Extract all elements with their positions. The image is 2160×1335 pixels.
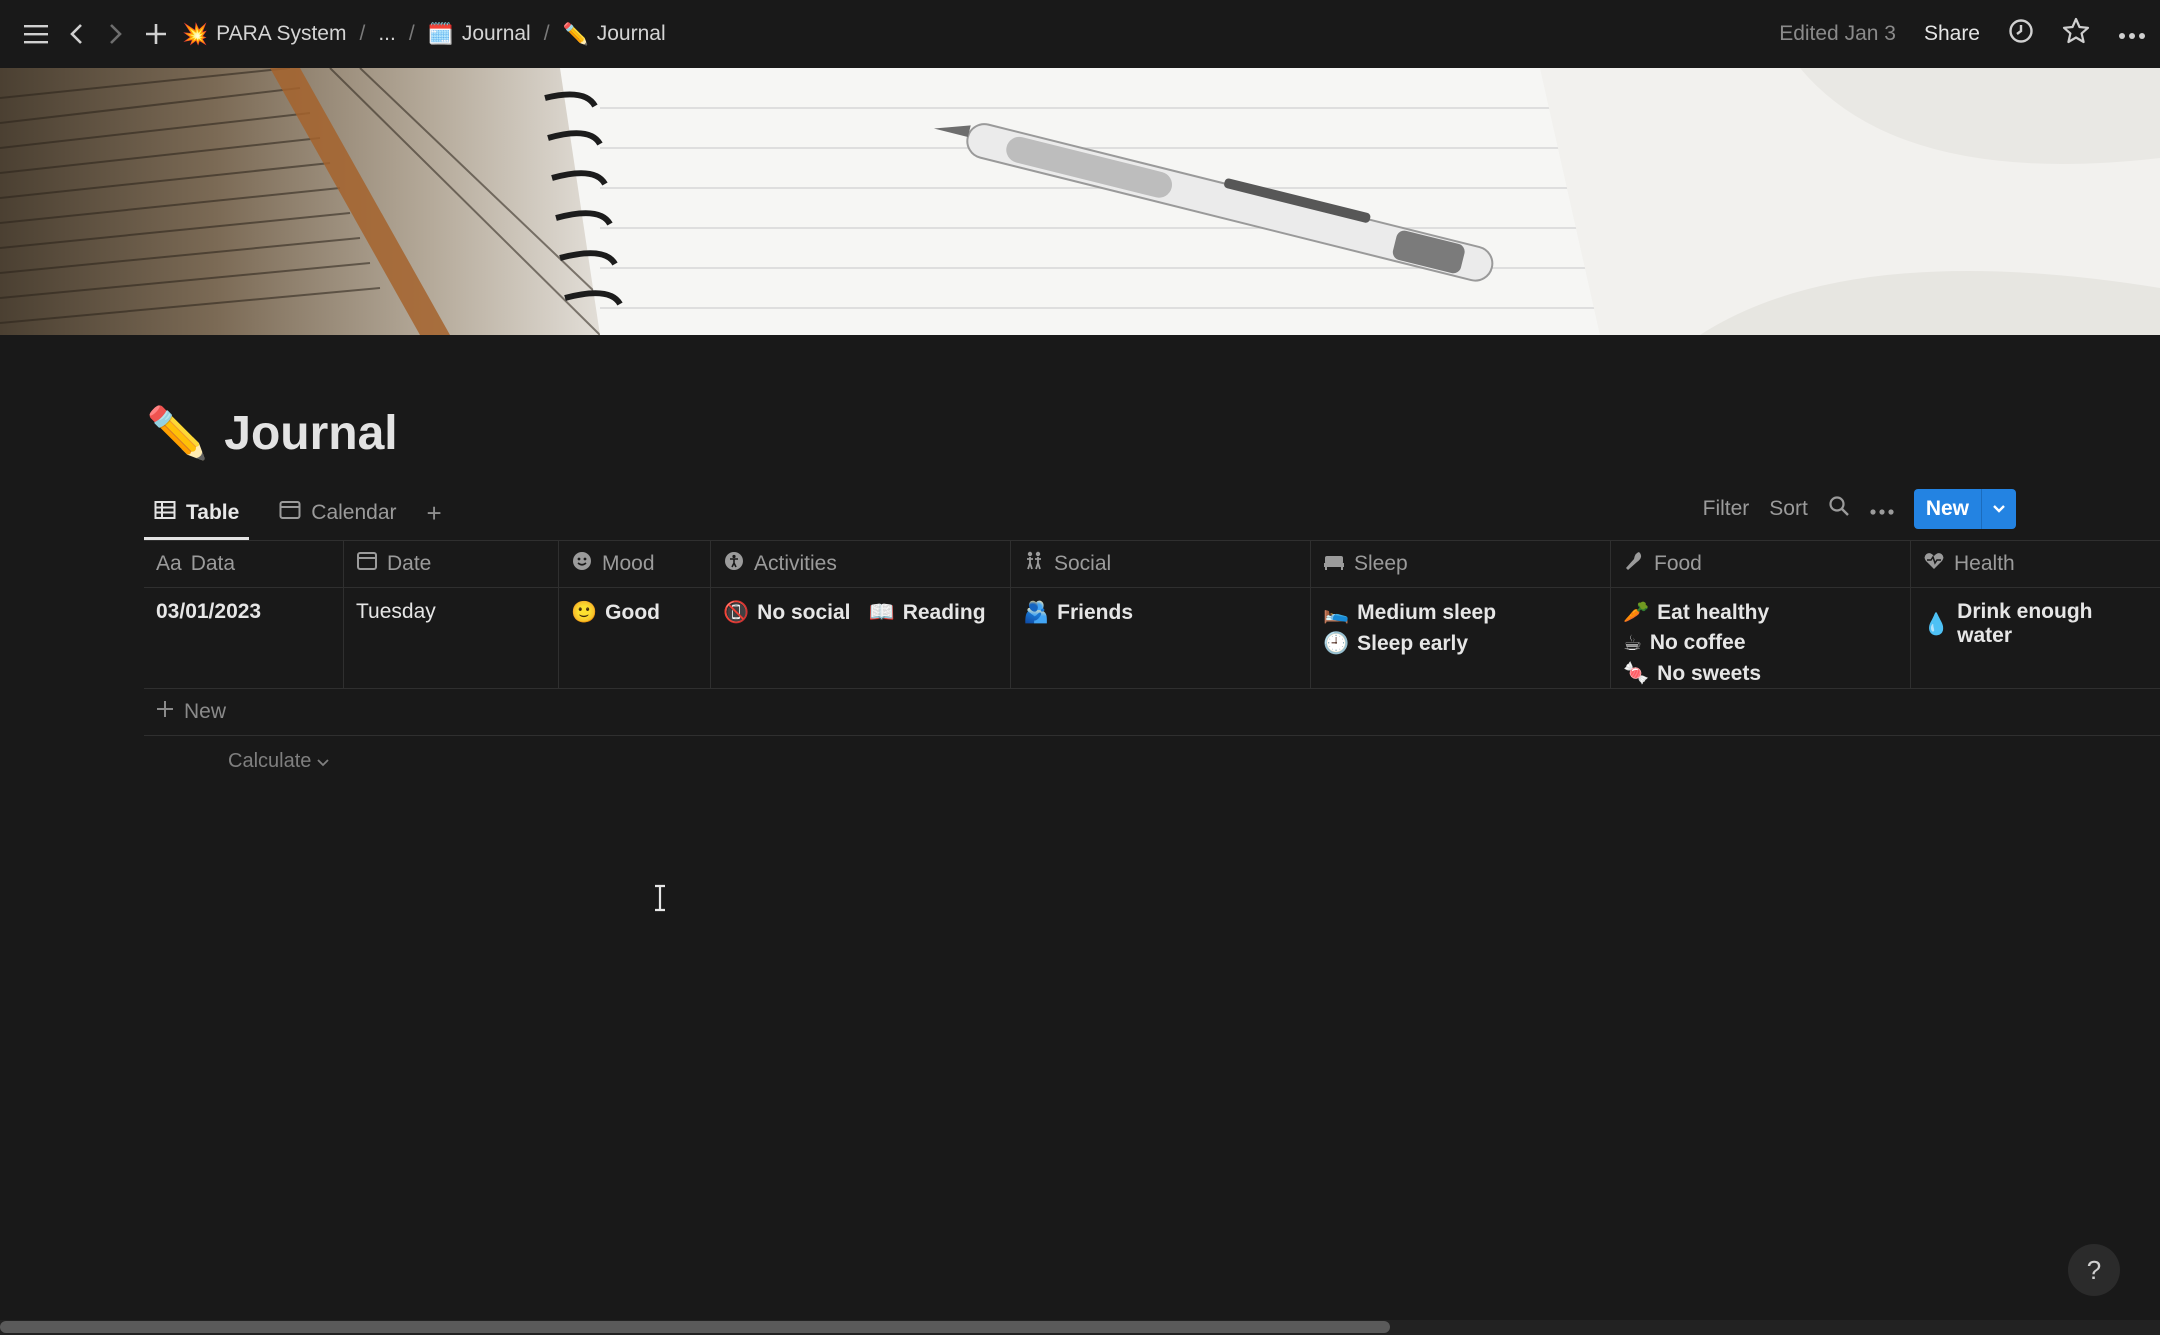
history-clock-icon[interactable] bbox=[2008, 18, 2034, 50]
column-header-social[interactable]: Social bbox=[1011, 541, 1311, 587]
table-toolbar: Filter Sort New bbox=[1703, 488, 2016, 530]
add-view-icon[interactable]: + bbox=[427, 498, 442, 529]
health-tag: 💧 Drink enough water bbox=[1923, 600, 2093, 647]
text-type-icon: Aa bbox=[156, 552, 182, 575]
breadcrumb-separator: / bbox=[543, 22, 550, 45]
help-button[interactable]: ? bbox=[2068, 1244, 2120, 1296]
sleep-tag: 🛌 Medium sleep bbox=[1323, 600, 1497, 624]
table-icon bbox=[154, 499, 176, 527]
filter-button[interactable]: Filter bbox=[1703, 497, 1750, 521]
calculate-button[interactable]: Calculate bbox=[228, 750, 329, 773]
bed-icon bbox=[1323, 550, 1345, 578]
people-icon bbox=[1023, 550, 1045, 578]
food-tag: 🥕 Eat healthy bbox=[1623, 600, 1770, 624]
activity-tag: 📵 No social bbox=[723, 600, 851, 624]
topbar: 💥 PARA System / ... / 🗓️ Journal / ✏️ Journ… bbox=[0, 0, 2160, 68]
table-header: Aa Data Date Mood Activities Social Slee… bbox=[144, 540, 2160, 588]
breadcrumb-ellipsis[interactable]: ... bbox=[378, 22, 396, 46]
cell-food[interactable]: 🥕 Eat healthy ☕ No coffee 🍬 No sweets bbox=[1611, 588, 1911, 688]
more-options-icon[interactable] bbox=[2118, 22, 2146, 46]
sleep-tag: 🕘 Sleep early bbox=[1323, 631, 1469, 655]
cell-social[interactable]: 🫂 Friends bbox=[1011, 588, 1311, 688]
breadcrumb-journal-page[interactable]: ✏️ Journal bbox=[563, 22, 666, 47]
mood-tag: 🙂 Good bbox=[571, 600, 660, 624]
breadcrumb-separator: / bbox=[408, 22, 415, 45]
tab-table[interactable]: Table bbox=[144, 488, 250, 540]
journal-table: Aa Data Date Mood Activities Social Slee… bbox=[144, 540, 2160, 736]
share-button[interactable]: Share bbox=[1924, 22, 1980, 46]
text-cursor-icon bbox=[652, 884, 668, 912]
horizontal-scrollbar-thumb[interactable] bbox=[0, 1321, 1390, 1333]
food-tag: 🍬 No sweets bbox=[1623, 661, 1762, 685]
cell-health[interactable]: 💧 Drink enough water bbox=[1911, 588, 2160, 688]
column-header-sleep[interactable]: Sleep bbox=[1311, 541, 1611, 587]
add-row-button[interactable]: New bbox=[144, 689, 2160, 736]
page-title[interactable]: ✏️ Journal bbox=[146, 404, 398, 463]
tab-calendar[interactable]: Calendar bbox=[269, 488, 406, 538]
calendar-icon bbox=[279, 499, 301, 527]
column-header-activities[interactable]: Activities bbox=[711, 541, 1011, 587]
page-title-text[interactable]: Journal bbox=[224, 406, 397, 461]
column-header-data[interactable]: Aa Data bbox=[144, 541, 344, 587]
activity-tag: 📖 Reading bbox=[868, 600, 986, 624]
utensil-icon bbox=[1623, 550, 1645, 578]
calendar-icon bbox=[356, 550, 378, 578]
add-page-icon[interactable] bbox=[136, 14, 176, 54]
view-tabs: Table Calendar + bbox=[144, 488, 442, 540]
cell-data[interactable]: 03/01/2023 bbox=[144, 588, 344, 688]
forward-arrow-icon[interactable] bbox=[96, 14, 136, 54]
breadcrumb: 💥 PARA System / ... / 🗓️ Journal / ✏️ Journ… bbox=[182, 22, 666, 47]
sort-button[interactable]: Sort bbox=[1769, 497, 1808, 521]
cell-date[interactable]: Tuesday bbox=[344, 588, 559, 688]
column-header-date[interactable]: Date bbox=[344, 541, 559, 587]
column-header-food[interactable]: Food bbox=[1611, 541, 1911, 587]
chevron-down-icon bbox=[317, 750, 329, 772]
view-options-icon[interactable] bbox=[1870, 497, 1894, 521]
cell-mood[interactable]: 🙂 Good bbox=[559, 588, 711, 688]
accessibility-icon bbox=[723, 550, 745, 578]
column-header-mood[interactable]: Mood bbox=[559, 541, 711, 587]
favorite-star-icon[interactable] bbox=[2062, 17, 2090, 51]
new-button-label[interactable]: New bbox=[1914, 489, 1981, 529]
cell-activities[interactable]: 📵 No social 📖 Reading bbox=[711, 588, 1011, 688]
breadcrumb-para-system[interactable]: 💥 PARA System bbox=[182, 22, 346, 47]
page-icon[interactable]: ✏️ bbox=[146, 404, 208, 463]
smiley-icon bbox=[571, 550, 593, 578]
breadcrumb-separator: / bbox=[359, 22, 366, 45]
search-icon[interactable] bbox=[1828, 495, 1850, 523]
heart-pulse-icon bbox=[1923, 550, 1945, 578]
sidebar-menu-icon[interactable] bbox=[16, 14, 56, 54]
new-record-button[interactable]: New bbox=[1913, 489, 2016, 529]
food-tag: ☕ No coffee bbox=[1623, 631, 1746, 655]
edited-timestamp: Edited Jan 3 bbox=[1779, 22, 1896, 45]
cell-sleep[interactable]: 🛌 Medium sleep 🕘 Sleep early bbox=[1311, 588, 1611, 688]
breadcrumb-journal-db[interactable]: 🗓️ Journal bbox=[428, 22, 531, 47]
table-row[interactable]: 03/01/2023 Tuesday 🙂 Good 📵 No social 📖 Rea… bbox=[144, 588, 2160, 689]
back-arrow-icon[interactable] bbox=[56, 14, 96, 54]
chevron-down-icon[interactable] bbox=[1981, 489, 2016, 529]
cover-image bbox=[0, 68, 2160, 335]
column-header-health[interactable]: Health bbox=[1911, 541, 2160, 587]
social-tag: 🫂 Friends bbox=[1023, 600, 1134, 624]
plus-icon bbox=[156, 700, 174, 724]
